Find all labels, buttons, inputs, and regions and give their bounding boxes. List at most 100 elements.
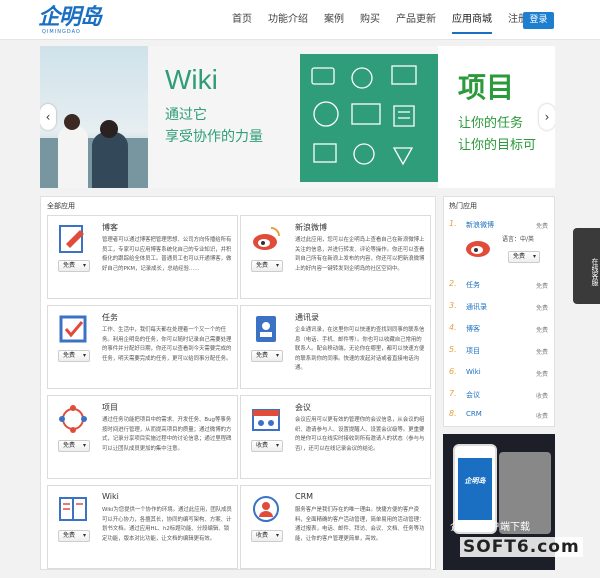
nav-features[interactable]: 功能介绍: [268, 0, 308, 40]
slide-line-1: 通过它: [165, 107, 207, 123]
banner-photo: [40, 46, 148, 188]
hot-app-price: 免费: [536, 327, 549, 334]
login-button[interactable]: 登录: [523, 12, 554, 29]
hot-app-price: 免费: [536, 223, 549, 230]
online-service-label: 在线客服: [591, 258, 599, 286]
app-description: 工作、生活中，我们每天都在处理着一个又一个的任务。利用企明岛的任务，你可以随时记…: [102, 327, 232, 362]
banner-illustration: [300, 54, 438, 182]
app-name: 会议: [295, 403, 311, 412]
hot-app-blog[interactable]: 博客: [466, 324, 480, 334]
hot-app-price: 免费: [536, 283, 549, 290]
head-shape: [100, 120, 118, 138]
project-icon: [59, 405, 87, 433]
language-label: 语言：中/英: [502, 236, 535, 243]
nav-updates[interactable]: 产品更新: [396, 0, 436, 40]
hot-app-crm[interactable]: CRM: [466, 410, 482, 418]
app-card-meeting[interactable]: 会议 会议应用可以更有效的管理你的会议信息，从会议的组织、邀请参与人、设置提醒人…: [240, 395, 431, 479]
app-name: 新浪微博: [295, 223, 327, 232]
app-description: 企业通讯录，在这里你可以快速的查找到同事的联系信息（电话、手机、邮件等）。你也可…: [295, 327, 425, 372]
price-select[interactable]: 免费: [251, 350, 283, 362]
hot-apps-panel: 热门应用 1. 新浪微博 免费 语言：中/英 免费 2. 任务 免费 3. 通讯…: [443, 196, 555, 427]
next-slide-line-2: 让你的目标可: [458, 138, 537, 153]
hot-app-price: 收费: [536, 393, 549, 400]
app-card-wiki[interactable]: Wiki Wiki为您提供一个协作的环境。通过此应用，团队成员可以开心协力，各擅…: [47, 485, 238, 569]
hot-app-project[interactable]: 项目: [466, 346, 480, 356]
app-description: 服务客户是我们存在的唯一理由。快捷方便的客户资料，全面精确的客户活动管理，简单易…: [295, 507, 425, 542]
slide-title: Wiki: [165, 64, 218, 95]
nav-cases[interactable]: 案例: [324, 0, 344, 40]
weibo-icon: [253, 227, 280, 250]
hot-app-price: 免费: [536, 371, 549, 378]
nav-home[interactable]: 首页: [232, 0, 252, 40]
meeting-icon: [252, 409, 280, 431]
price-select[interactable]: 免费: [58, 350, 90, 362]
all-apps-title: 全部应用: [47, 202, 75, 210]
header: 企明岛 QIMINGDAO 首页 功能介绍 案例 购买 产品更新 应用商城 注册…: [0, 0, 600, 40]
app-name: 任务: [102, 313, 118, 322]
app-name: CRM: [295, 492, 314, 501]
weibo-icon: [466, 241, 490, 257]
app-description: 通过此应用，您可以在企明岛上查看自己在新浪微博上关注的信息，并进行转发、评论等操…: [295, 237, 425, 272]
price-select[interactable]: 免费: [508, 251, 540, 263]
price-select[interactable]: 免费: [58, 530, 90, 542]
app-card-weibo[interactable]: 新浪微博 通过此应用，您可以在企明岛上查看自己在新浪微博上关注的信息，并进行转发…: [240, 215, 431, 299]
hot-app-wiki[interactable]: Wiki: [466, 368, 481, 376]
price-select[interactable]: 免费: [58, 260, 90, 272]
app-description: 会议应用可以更有效的管理你的会议信息，从会议的组织、邀请参与人、设置提醒人、设置…: [295, 417, 425, 452]
app-name: 通讯录: [295, 313, 319, 322]
app-description: 管理者可以通过博客把管理思想、公司方向传播给所有员工，专家可以应用博客系统化自己…: [102, 237, 232, 272]
rank-number: 4.: [449, 323, 457, 332]
wiki-icon: [59, 497, 87, 521]
phone-screen: [458, 458, 492, 520]
app-card-crm[interactable]: CRM 服务客户是我们存在的唯一理由。快捷方便的客户资料，全面精确的客户活动管理…: [240, 485, 431, 569]
blog-icon: [59, 225, 84, 253]
rank-number: 5.: [449, 345, 457, 354]
rank-number: 6.: [449, 367, 457, 376]
app-description: Wiki为您提供一个协作的环境。通过此应用，团队成员可以开心协力，各擅其长，协同…: [102, 507, 232, 542]
app-description: 通过任务功能把项目中的需求、开发任务、Bug等事务按时间进行管理，从而提高项目的…: [102, 417, 232, 452]
hot-apps-title: 热门应用: [449, 202, 477, 210]
app-card-task[interactable]: 任务 工作、生活中，我们每天都在处理着一个又一个的任务。利用企明岛的任务，你可以…: [47, 305, 238, 389]
slide-line-2: 享受协作的力量: [165, 129, 263, 145]
online-service-tab[interactable]: 在线客服: [573, 228, 600, 304]
next-slide-title: 项目: [458, 71, 515, 104]
logo-text: 企明岛: [38, 5, 102, 30]
person-shape: [92, 132, 128, 188]
hot-app-contacts[interactable]: 通讯录: [466, 302, 487, 312]
office-icons-illustration: [311, 65, 417, 166]
nav-buy[interactable]: 购买: [360, 0, 380, 40]
phone-logo: 企明岛: [464, 477, 486, 485]
banner-carousel: Wiki 通过它 享受协作的力量 项目 让你的任务 让你的目标可 ‹ ›: [40, 46, 555, 188]
hot-app-price: 免费: [536, 305, 549, 312]
all-apps-panel: 全部应用 博客 管理者可以通过博客把管理思想、公司方向传播给所有员工，专家可以应…: [40, 196, 436, 570]
head-shape: [64, 114, 80, 130]
price-select[interactable]: 收费: [251, 530, 283, 542]
nav-app-store[interactable]: 应用商城: [452, 0, 492, 40]
person-shape: [58, 126, 88, 188]
hot-app-task[interactable]: 任务: [466, 280, 480, 290]
price-select[interactable]: 免费: [58, 440, 90, 452]
contacts-icon: [256, 316, 276, 342]
app-name: Wiki: [102, 492, 119, 501]
hot-app-price: 免费: [536, 349, 549, 356]
rank-number: 7.: [449, 389, 457, 398]
download-text: 企明岛客户端下载: [450, 522, 530, 533]
price-select[interactable]: 免费: [251, 260, 283, 272]
crm-icon: [253, 496, 279, 522]
app-card-project[interactable]: 项目 通过任务功能把项目中的需求、开发任务、Bug等事务按时间进行管理，从而提高…: [47, 395, 238, 479]
hot-app-meeting[interactable]: 会议: [466, 390, 480, 400]
rank-number: 3.: [449, 301, 457, 310]
rank-number: 2.: [449, 279, 457, 288]
app-name: 博客: [102, 223, 118, 232]
hot-app-price: 收费: [536, 413, 549, 420]
task-icon: [59, 315, 87, 343]
app-card-contacts[interactable]: 通讯录 企业通讯录，在这里你可以快速的查找到同事的联系信息（电话、手机、邮件等）…: [240, 305, 431, 389]
hot-app-weibo[interactable]: 新浪微博: [466, 220, 494, 230]
main-nav: 首页 功能介绍 案例 购买 产品更新 应用商城 注册: [232, 0, 528, 40]
prev-arrow-icon[interactable]: ‹: [40, 104, 56, 130]
next-arrow-icon[interactable]: ›: [539, 104, 555, 130]
logo[interactable]: 企明岛 QIMINGDAO: [38, 5, 114, 35]
price-select[interactable]: 收费: [251, 440, 283, 452]
logo-subtitle: QIMINGDAO: [42, 29, 81, 35]
app-card-blog[interactable]: 博客 管理者可以通过博客把管理思想、公司方向传播给所有员工，专家可以应用博客系统…: [47, 215, 238, 299]
